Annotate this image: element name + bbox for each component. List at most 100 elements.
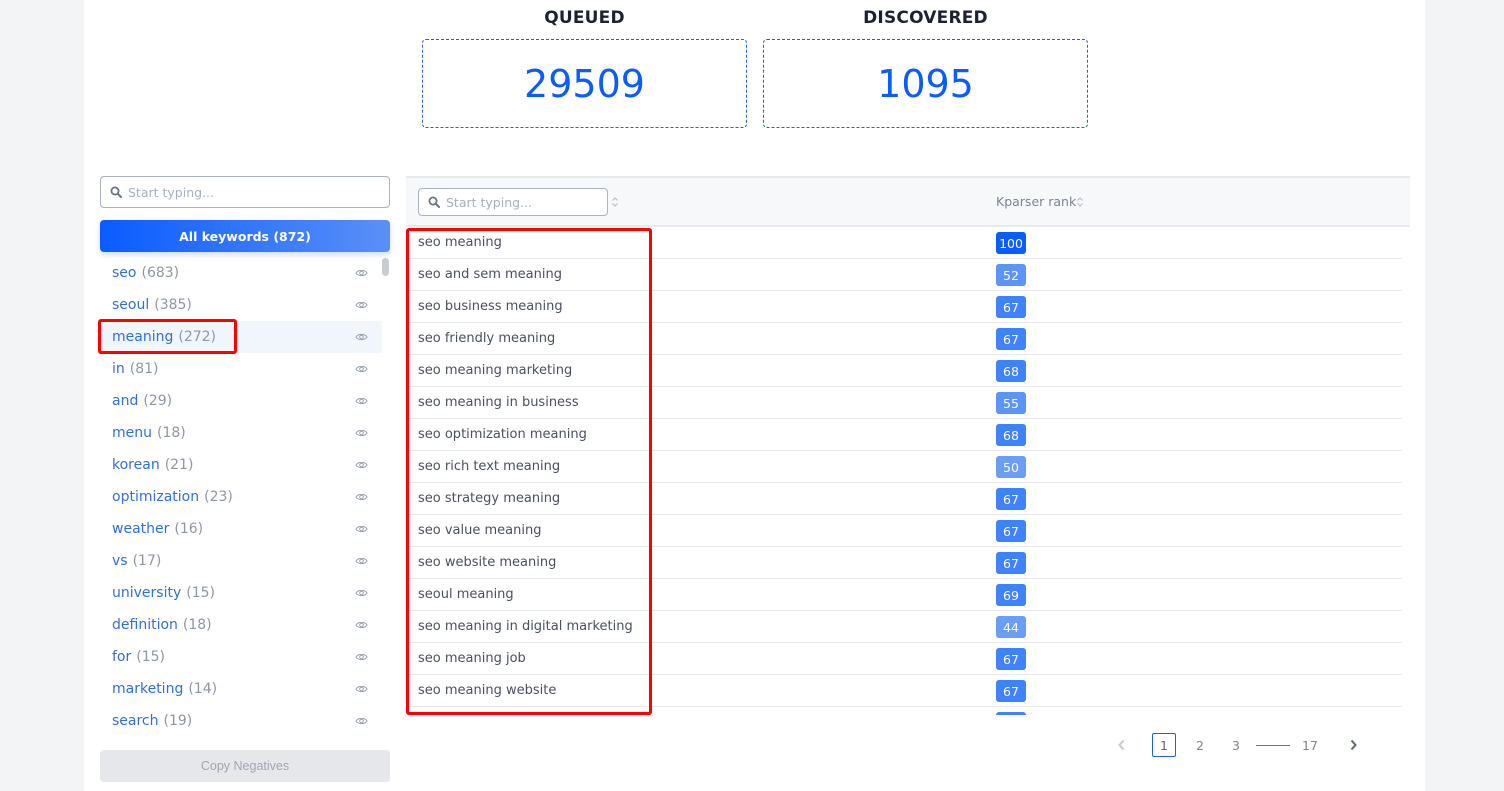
- rank-badge: 67: [996, 648, 1026, 670]
- rank-badge: 55: [996, 392, 1026, 414]
- eye-icon[interactable]: [355, 619, 368, 631]
- rank-badge: 68: [996, 360, 1026, 382]
- keyword-group-count: (272): [178, 329, 217, 345]
- rank-badge: 67: [996, 712, 1026, 715]
- keyword-table-body: seo meaning 100 seo and sem meaning 52 seo b…: [406, 227, 1402, 715]
- table-row[interactable]: seo meaning in digital marketing 44: [406, 611, 1402, 643]
- table-row[interactable]: seoul meaning 69: [406, 579, 1402, 611]
- keyword-group-item[interactable]: in (81): [100, 353, 382, 385]
- keyword-group-count: (385): [154, 297, 192, 313]
- eye-icon[interactable]: [355, 683, 368, 695]
- keyword-cell: seo value meaning: [418, 523, 542, 538]
- keyword-group-name: weather: [112, 521, 170, 537]
- next-page-button[interactable]: [1342, 733, 1364, 757]
- table-row[interactable]: 67: [406, 707, 1402, 715]
- rank-badge: 67: [996, 328, 1026, 350]
- chevron-right-icon: [1350, 739, 1357, 751]
- keyword-group-item[interactable]: weather (16): [100, 513, 382, 545]
- eye-icon[interactable]: [355, 459, 368, 471]
- keyword-cell: seo meaning in business: [418, 395, 579, 410]
- eye-icon[interactable]: [355, 299, 368, 311]
- table-row[interactable]: seo meaning website 67: [406, 675, 1402, 707]
- table-row[interactable]: seo optimization meaning 68: [406, 419, 1402, 451]
- keyword-group-item[interactable]: seo (683): [100, 257, 382, 289]
- keyword-group-count: (15): [186, 585, 215, 601]
- pagination: 123 17: [1110, 733, 1364, 757]
- page-last[interactable]: 17: [1298, 733, 1322, 757]
- table-row[interactable]: seo business meaning 67: [406, 291, 1402, 323]
- keyword-group-count: (14): [188, 681, 218, 697]
- keyword-group-item[interactable]: definition (18): [100, 609, 382, 641]
- stat-queued: QUEUED 29509: [422, 0, 747, 128]
- keyword-group-count: (29): [143, 393, 173, 409]
- eye-icon[interactable]: [355, 651, 368, 663]
- keyword-group-name: menu: [112, 425, 152, 441]
- keyword-group-item[interactable]: seoul (385): [100, 289, 382, 321]
- keyword-group-item[interactable]: for (15): [100, 641, 382, 673]
- prev-page-button[interactable]: [1110, 733, 1132, 757]
- rank-badge: 67: [996, 488, 1026, 510]
- eye-icon[interactable]: [355, 395, 368, 407]
- sort-keyword-icon[interactable]: [611, 196, 619, 208]
- keyword-group-count: (21): [164, 457, 194, 473]
- table-row[interactable]: seo website meaning 67: [406, 547, 1402, 579]
- copy-negatives-button[interactable]: Copy Negatives: [100, 750, 390, 782]
- eye-icon[interactable]: [355, 491, 368, 503]
- keyword-cell: seo strategy meaning: [418, 491, 561, 506]
- keyword-group-item[interactable]: and (29): [100, 385, 382, 417]
- table-row[interactable]: seo and sem meaning 52: [406, 259, 1402, 291]
- keyword-group-item[interactable]: vs (17): [100, 545, 382, 577]
- table-keyword-search[interactable]: [418, 188, 608, 216]
- rank-badge: 67: [996, 296, 1026, 318]
- eye-icon[interactable]: [355, 267, 368, 279]
- sort-rank-icon[interactable]: [1076, 196, 1084, 208]
- keyword-cell: seo business meaning: [418, 299, 563, 314]
- keyword-group-count: (18): [182, 617, 212, 633]
- stat-discovered-label: DISCOVERED: [863, 8, 988, 28]
- table-row[interactable]: seo friendly meaning 67: [406, 323, 1402, 355]
- keyword-group-item[interactable]: university (15): [100, 577, 382, 609]
- eye-icon[interactable]: [355, 715, 368, 727]
- keyword-group-item[interactable]: optimization (23): [100, 481, 382, 513]
- page-3[interactable]: 3: [1224, 733, 1248, 757]
- keyword-list-scrollbar[interactable]: [382, 258, 389, 276]
- keyword-group-item[interactable]: menu (18): [100, 417, 382, 449]
- keyword-group-name: korean: [112, 457, 160, 473]
- keyword-group-name: search: [112, 713, 159, 729]
- keyword-filter-search[interactable]: [100, 176, 390, 208]
- keyword-group-count: (16): [174, 521, 204, 537]
- chevron-left-icon: [1117, 739, 1124, 751]
- stat-queued-label: QUEUED: [544, 8, 625, 28]
- table-row[interactable]: seo meaning job 67: [406, 643, 1402, 675]
- keyword-group-item[interactable]: search (19): [100, 705, 382, 737]
- eye-icon[interactable]: [355, 587, 368, 599]
- page-1[interactable]: 1: [1152, 733, 1176, 757]
- table-row[interactable]: seo strategy meaning 67: [406, 483, 1402, 515]
- table-row[interactable]: seo meaning in business 55: [406, 387, 1402, 419]
- rank-badge: 100: [996, 232, 1026, 254]
- rank-badge: 52: [996, 264, 1026, 286]
- table-row[interactable]: seo value meaning 67: [406, 515, 1402, 547]
- eye-icon[interactable]: [355, 555, 368, 567]
- table-row[interactable]: seo meaning 100: [406, 227, 1402, 259]
- keyword-group-item[interactable]: meaning (272): [100, 321, 382, 353]
- eye-icon[interactable]: [355, 523, 368, 535]
- table-row[interactable]: seo rich text meaning 50: [406, 451, 1402, 483]
- eye-icon[interactable]: [355, 331, 368, 343]
- all-keywords-button[interactable]: All keywords (872): [100, 220, 390, 252]
- stat-discovered-value: 1095: [763, 39, 1088, 128]
- keyword-cell: seo meaning website: [418, 683, 557, 698]
- rank-column-header[interactable]: Kparser rank: [996, 194, 1076, 209]
- keyword-group-count: (23): [204, 489, 233, 505]
- eye-icon[interactable]: [355, 363, 368, 375]
- page-2[interactable]: 2: [1188, 733, 1212, 757]
- keyword-group-item[interactable]: marketing (14): [100, 673, 382, 705]
- keyword-group-name: university: [112, 585, 182, 601]
- keyword-group-item[interactable]: korean (21): [100, 449, 382, 481]
- eye-icon[interactable]: [355, 427, 368, 439]
- table-row[interactable]: seo meaning marketing 68: [406, 355, 1402, 387]
- keyword-cell: seo and sem meaning: [418, 267, 562, 282]
- keyword-filter-input[interactable]: [128, 184, 389, 200]
- keyword-cell: seoul meaning: [418, 587, 514, 602]
- table-keyword-input[interactable]: [446, 194, 607, 210]
